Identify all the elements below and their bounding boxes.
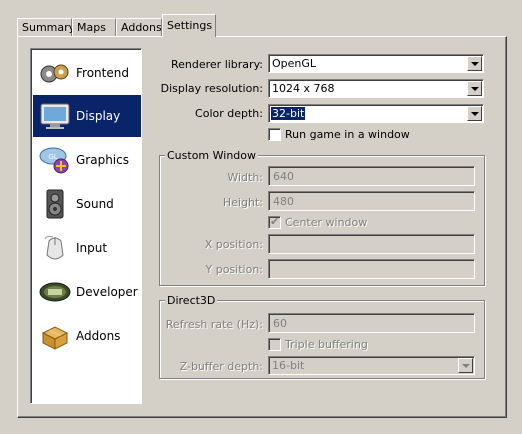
color-depth-select[interactable]: 32-bit — [268, 104, 484, 123]
chevron-down-icon[interactable] — [458, 358, 473, 373]
renderer-value: OpenGL — [272, 57, 317, 70]
zbuffer-depth-label: Z-buffer depth: — [179, 360, 263, 373]
developer-icon — [39, 282, 71, 302]
svg-text:GL: GL — [48, 153, 57, 161]
run-window-label[interactable]: Run game in a window — [285, 128, 410, 141]
triple-buffering-label[interactable]: Triple buffering — [285, 338, 368, 351]
triple-buffering-checkbox[interactable] — [268, 338, 281, 351]
width-label: Width: — [227, 171, 263, 184]
width-value: 640 — [273, 170, 294, 183]
direct3d-title: Direct3D — [165, 294, 218, 307]
chevron-down-icon[interactable] — [467, 106, 482, 121]
renderer-label: Renderer library: — [170, 58, 263, 71]
ypos-field[interactable] — [268, 259, 475, 279]
xpos-field[interactable] — [268, 234, 475, 254]
resolution-label: Display resolution: — [160, 82, 263, 95]
renderer-select[interactable]: OpenGL — [268, 54, 484, 73]
category-list[interactable]: Frontend Display GL Graphics Sound Input… — [30, 48, 142, 404]
refresh-rate-value: 60 — [273, 317, 287, 330]
chevron-down-icon[interactable] — [467, 81, 482, 96]
tab-addons[interactable]: Addons — [116, 18, 162, 36]
custom-window-title: Custom Window — [165, 149, 259, 162]
chevron-down-icon[interactable] — [467, 56, 482, 71]
category-developer[interactable]: Developer — [33, 271, 141, 313]
zbuffer-depth-value: 16-bit — [272, 359, 305, 372]
resolution-select[interactable]: 1024 x 768 — [268, 79, 484, 98]
run-window-checkbox[interactable] — [268, 128, 281, 141]
resolution-value: 1024 x 768 — [272, 82, 335, 95]
height-field[interactable]: 480 — [268, 191, 475, 211]
width-field[interactable]: 640 — [268, 166, 475, 186]
tab-settings[interactable]: Settings — [162, 14, 216, 37]
color-depth-value: 32-bit — [271, 107, 306, 120]
refresh-rate-field[interactable]: 60 — [268, 313, 475, 333]
center-window-checkbox[interactable]: ✔ — [268, 215, 281, 229]
height-value: 480 — [273, 195, 294, 208]
xpos-label: X position: — [204, 238, 263, 251]
checkmark-icon: ✔ — [270, 215, 280, 228]
center-window-label[interactable]: Center window — [285, 216, 367, 229]
ypos-label: Y position: — [205, 263, 264, 276]
refresh-rate-label: Refresh rate (Hz): — [165, 318, 263, 331]
color-depth-label: Color depth: — [195, 107, 263, 120]
category-label: Developer — [76, 285, 138, 299]
height-label: Height: — [222, 196, 263, 209]
zbuffer-depth-select[interactable]: 16-bit — [268, 356, 475, 375]
tab-summary[interactable]: Summary — [17, 18, 75, 36]
tab-maps[interactable]: Maps — [72, 18, 116, 36]
